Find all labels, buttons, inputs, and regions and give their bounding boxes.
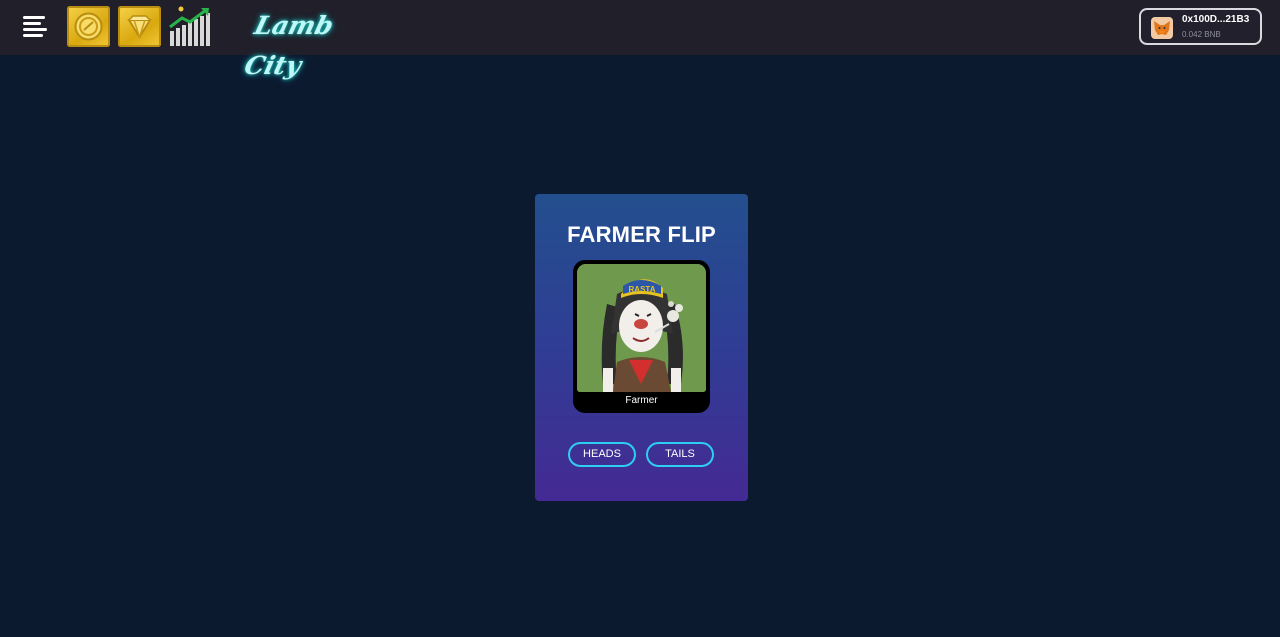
- hamburger-menu-icon[interactable]: [20, 12, 50, 42]
- gold-diamond-icon[interactable]: [118, 6, 161, 47]
- top-navigation-bar: Lamb City 0x100D...21B3 0.042 BNB: [0, 0, 1280, 80]
- gold-coin-icon[interactable]: [67, 6, 110, 47]
- wallet-connect-button[interactable]: 0x100D...21B3 0.042 BNB: [1139, 8, 1262, 45]
- card-title: FARMER FLIP: [567, 222, 716, 247]
- wallet-address: 0x100D...21B3: [1182, 14, 1250, 25]
- growth-chart-icon[interactable]: [168, 5, 212, 47]
- nft-card: RASTA Farmer: [573, 260, 710, 413]
- wallet-balance: 0.042 BNB: [1182, 30, 1221, 39]
- farmer-nft-image: RASTA: [577, 264, 706, 392]
- heads-button[interactable]: HEADS: [568, 442, 636, 467]
- lamb-city-logo[interactable]: Lamb City: [242, 6, 378, 80]
- metamask-fox-icon: [1151, 17, 1173, 39]
- nft-caption: Farmer: [625, 395, 658, 406]
- farmer-flip-card: FARMER FLIP RASTA Farmer HEADS TAILS: [535, 194, 748, 501]
- cap-text: RASTA: [629, 285, 656, 294]
- tails-button[interactable]: TAILS: [646, 442, 714, 467]
